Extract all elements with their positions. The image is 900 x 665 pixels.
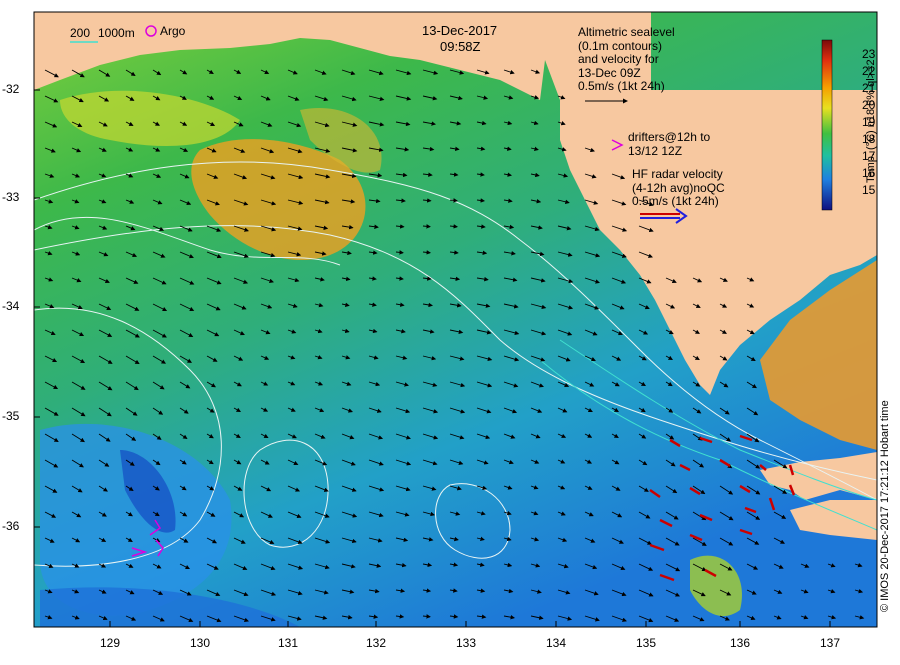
legend-argo: Argo <box>160 24 186 38</box>
x-tick-label: 131 <box>277 636 299 650</box>
y-tick-label: -33 <box>2 190 20 204</box>
map-date: 13-Dec-2017 <box>422 23 498 38</box>
temperature-colorbar <box>821 39 833 211</box>
y-tick-label: -35 <box>2 409 20 423</box>
colorbar-label: Temp. (°C) n18 8% ql>=2 <box>865 59 877 183</box>
x-tick-label: 129 <box>99 636 121 650</box>
y-tick-label: -36 <box>2 519 20 533</box>
x-tick-label: 136 <box>729 636 751 650</box>
map-canvas <box>33 11 878 628</box>
legend-altimetric: Altimetric sealevel (0.1m contours) and … <box>578 25 675 93</box>
map-time: 09:58Z <box>440 39 481 54</box>
imos-credit: © IMOS 20-Dec-2017 17:21:12 Hobart time <box>879 400 891 612</box>
x-tick-label: 132 <box>365 636 387 650</box>
y-tick-label: -34 <box>2 299 20 313</box>
x-tick-label: 134 <box>545 636 567 650</box>
legend-contour-1000: 1000m <box>98 26 135 40</box>
legend-drifters: drifters@12h to 13/12 12Z <box>628 130 711 158</box>
x-tick-label: 137 <box>819 636 841 650</box>
x-tick-label: 133 <box>455 636 477 650</box>
x-tick-label: 130 <box>189 636 211 650</box>
y-tick-label: -32 <box>2 82 20 96</box>
sst-map-figure: 200 1000m Argo 13-Dec-2017 09:58Z Altime… <box>0 0 900 660</box>
colorbar-tick-label: 15 <box>862 183 876 197</box>
x-tick-label: 135 <box>635 636 657 650</box>
legend-hf-radar: HF radar velocity (4-12h avg)noQC 0.5m/s… <box>632 167 725 208</box>
legend-contour-200: 200 <box>70 26 91 40</box>
